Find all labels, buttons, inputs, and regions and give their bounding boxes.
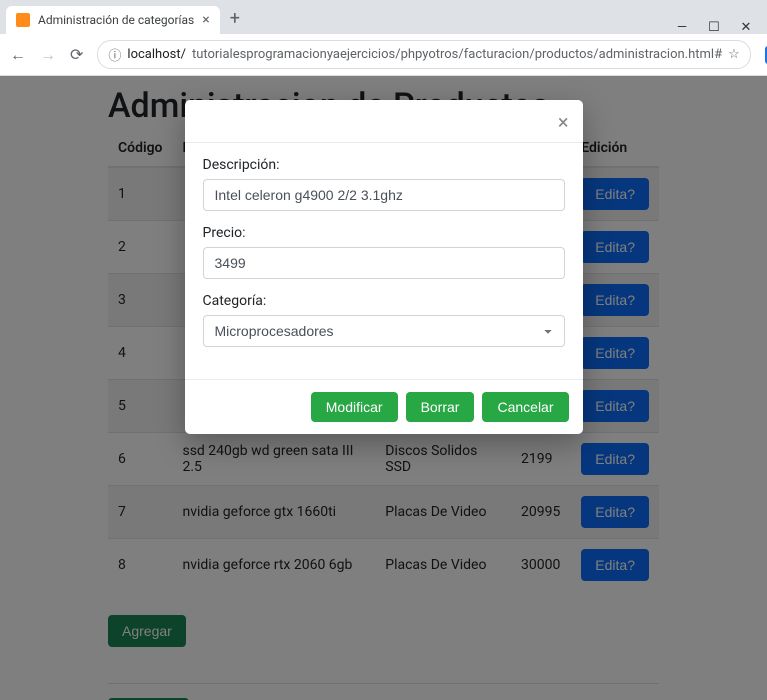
reload-icon[interactable]: ⟳ (70, 45, 83, 64)
close-icon[interactable]: × (558, 112, 569, 132)
browser-chrome: Administración de categorías × + — ☐ ✕ ←… (0, 0, 767, 76)
browser-tab[interactable]: Administración de categorías × (6, 6, 220, 34)
delete-button[interactable]: Borrar (406, 392, 475, 422)
category-label: Categoría: (203, 293, 565, 309)
close-icon[interactable]: × (202, 12, 209, 28)
description-input[interactable] (203, 179, 565, 211)
tab-strip: Administración de categorías × + — ☐ ✕ (0, 0, 767, 34)
description-label: Descripción: (203, 157, 565, 173)
info-icon[interactable]: ⓘ (108, 45, 121, 64)
price-input[interactable] (203, 247, 565, 279)
edit-modal: × Descripción: Precio: Categoría: Microp… (185, 100, 583, 434)
url-host: localhost/ (127, 47, 186, 62)
close-window-icon[interactable]: ✕ (739, 20, 753, 34)
xampp-favicon (16, 13, 30, 27)
modify-button[interactable]: Modificar (311, 392, 398, 422)
price-label: Precio: (203, 225, 565, 241)
cancel-button[interactable]: Cancelar (482, 392, 568, 422)
address-bar[interactable]: ⓘ localhost/tutorialesprogramacionyaejer… (97, 40, 750, 69)
bookmark-icon[interactable]: ☆ (728, 47, 740, 62)
category-select[interactable]: Microprocesadores (203, 315, 565, 347)
url-path: tutorialesprogramacionyaejercicios/phpyo… (192, 47, 722, 62)
forward-icon: → (40, 45, 56, 65)
page-viewport: Administracion de Productos Código Descr… (0, 76, 767, 700)
maximize-icon[interactable]: ☐ (707, 20, 721, 34)
new-tab-button[interactable]: + (220, 4, 250, 34)
minimize-icon[interactable]: — (675, 20, 689, 34)
back-icon[interactable]: ← (10, 45, 26, 65)
browser-toolbar: ← → ⟳ ⓘ localhost/tutorialesprogramacion… (0, 34, 767, 76)
tab-title: Administración de categorías (38, 13, 194, 27)
